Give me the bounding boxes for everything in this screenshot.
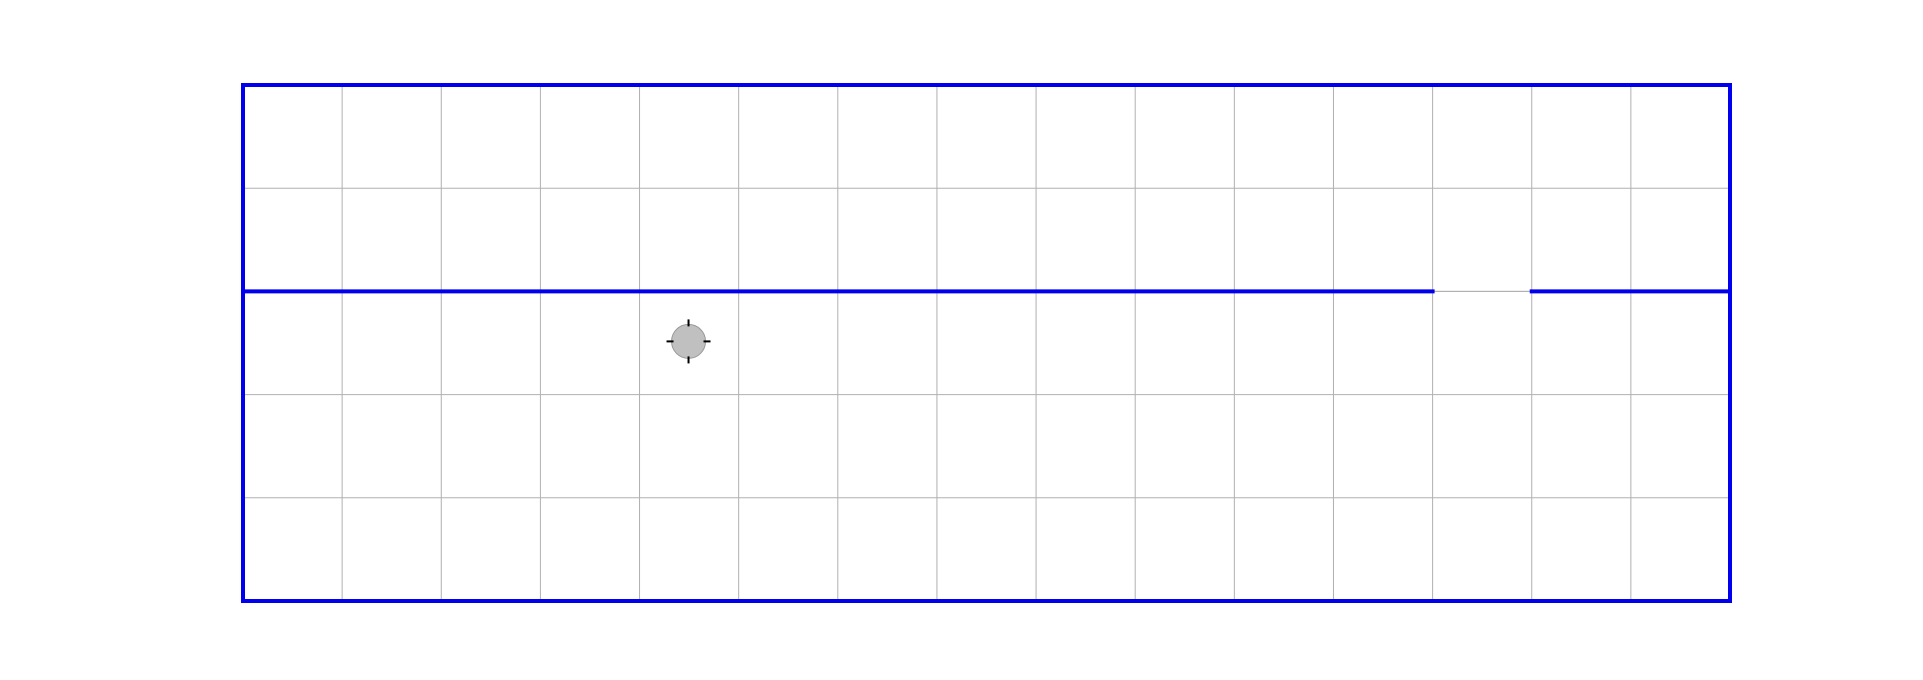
board-background xyxy=(0,0,1923,680)
grid-board xyxy=(0,0,1923,680)
agent-body xyxy=(671,323,707,359)
